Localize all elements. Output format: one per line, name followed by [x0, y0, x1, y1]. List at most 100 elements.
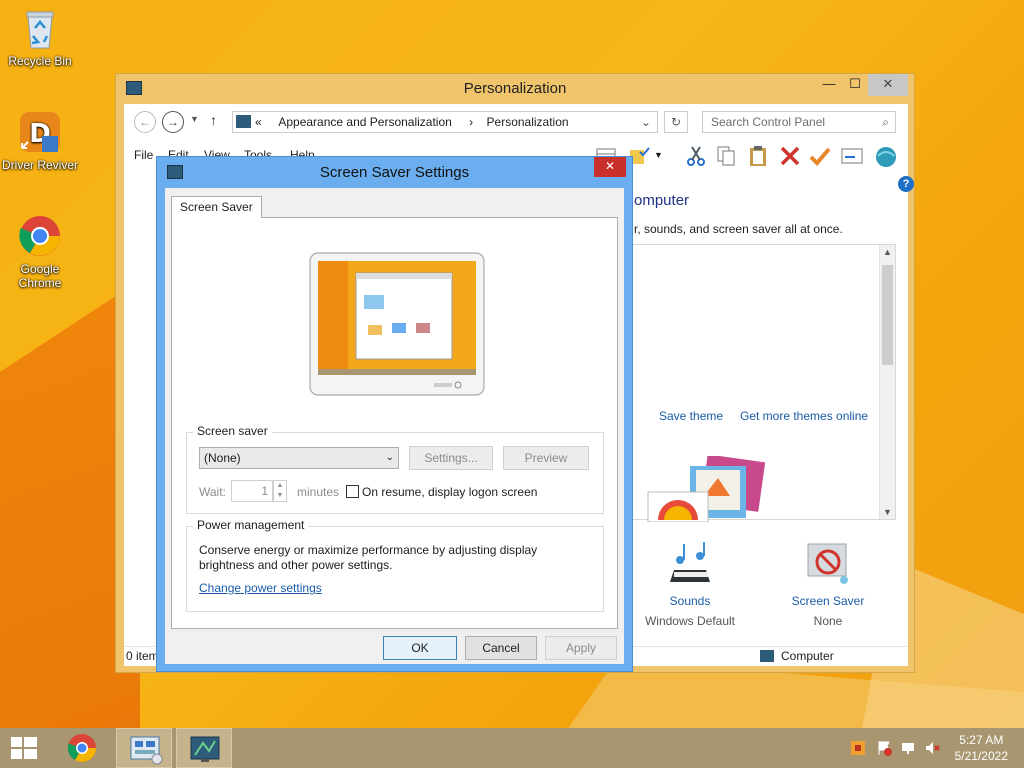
- monitor-preview: [308, 251, 486, 397]
- cancel-button[interactable]: Cancel: [465, 636, 537, 660]
- themes-scrollbar[interactable]: ▲ ▼: [879, 245, 895, 519]
- address-bar[interactable]: « Appearance and Personalization › Perso…: [232, 111, 658, 133]
- wait-label: Wait:: [199, 485, 226, 499]
- back-button[interactable]: ←: [134, 111, 156, 133]
- power-management-group: Power management Conserve energy or maxi…: [186, 518, 604, 612]
- chevron-down-icon[interactable]: ▼: [654, 144, 678, 168]
- volume-muted-icon[interactable]: [924, 740, 940, 756]
- breadcrumb-overflow[interactable]: «: [255, 115, 262, 129]
- recycle-bin-icon: [18, 6, 62, 50]
- taskbar-clock[interactable]: 5:27 AM 5/21/2022: [955, 732, 1008, 764]
- taskbar-screen-saver[interactable]: [176, 728, 232, 768]
- breadcrumb-separator: ›: [469, 115, 474, 129]
- power-management-label: Power management: [193, 518, 309, 532]
- wait-minutes-input[interactable]: 1: [231, 480, 273, 502]
- scroll-up-icon[interactable]: ▲: [883, 247, 892, 257]
- navigation-bar: ← → ▼ ↑ « Appearance and Personalization…: [124, 108, 908, 136]
- properties-icon[interactable]: [840, 144, 864, 168]
- screen-saver-value: None: [813, 614, 843, 628]
- get-more-themes-link[interactable]: Get more themes online: [740, 409, 868, 423]
- desktop-icon-google-chrome[interactable]: Google Chrome: [0, 214, 80, 290]
- maximize-button[interactable]: ☐: [842, 74, 868, 96]
- paste-icon[interactable]: [746, 144, 770, 168]
- sounds-label: Sounds: [669, 594, 711, 608]
- screen-saver-icon: [190, 736, 220, 762]
- taskbar-chrome[interactable]: [56, 728, 112, 768]
- action-center-icon[interactable]: [876, 740, 892, 756]
- recent-pages-dropdown[interactable]: ▼: [190, 114, 199, 124]
- settings-button[interactable]: Settings...: [409, 446, 493, 470]
- sounds-item[interactable]: Sounds Windows Default: [640, 540, 740, 628]
- desktop-icon-label: Recycle Bin: [8, 54, 72, 68]
- control-panel-icon: [130, 736, 163, 765]
- dialog-title-bar[interactable]: Screen Saver Settings ✕: [157, 157, 632, 188]
- menu-file[interactable]: File: [134, 148, 153, 162]
- tab-screen-saver[interactable]: Screen Saver: [171, 196, 262, 218]
- start-button[interactable]: [0, 728, 56, 768]
- taskbar-control-panel[interactable]: [116, 728, 172, 768]
- breadcrumb-personalization[interactable]: Personalization: [487, 115, 569, 129]
- clock-time: 5:27 AM: [959, 733, 1004, 747]
- sounds-value: Windows Default: [644, 614, 736, 628]
- screen-saver-selected: (None): [204, 451, 241, 465]
- search-icon: ⌕: [882, 115, 889, 129]
- forward-button[interactable]: →: [162, 111, 184, 133]
- search-input[interactable]: Search Control Panel ⌕: [702, 111, 896, 133]
- chevron-down-icon[interactable]: ⌄: [641, 112, 651, 132]
- window-title-bar[interactable]: Personalization — ☐ ✕: [116, 74, 914, 104]
- cut-icon[interactable]: [684, 144, 708, 168]
- scroll-thumb[interactable]: [882, 265, 893, 365]
- delete-icon[interactable]: [778, 144, 802, 168]
- up-button[interactable]: ↑: [210, 112, 217, 128]
- status-item-count: 0 item: [126, 649, 159, 663]
- power-description-line: Conserve energy or maximize performance …: [199, 543, 538, 557]
- preview-button[interactable]: Preview: [503, 446, 589, 470]
- refresh-button[interactable]: ↻: [664, 111, 688, 133]
- taskbar: 5:27 AM 5/21/2022: [0, 728, 1024, 768]
- save-theme-link[interactable]: Save theme: [659, 409, 723, 423]
- resume-logon-label[interactable]: On resume, display logon screen: [362, 485, 537, 499]
- driver-reviver-icon: D: [18, 110, 62, 154]
- windows-logo-icon: [11, 737, 37, 759]
- power-description-line: brightness and other power settings.: [199, 558, 393, 572]
- ok-button[interactable]: OK: [383, 636, 457, 660]
- page-description: r, sounds, and screen saver all at once.: [634, 222, 843, 236]
- minimize-button[interactable]: —: [816, 74, 842, 96]
- screen-saver-select[interactable]: (None) ⌄: [199, 447, 399, 469]
- chrome-icon: [18, 214, 62, 258]
- screen-saver-group: Screen saver (None) ⌄ Settings... Previe…: [186, 424, 604, 514]
- breadcrumb-appearance[interactable]: Appearance and Personalization: [278, 115, 451, 129]
- close-button[interactable]: ✕: [594, 157, 626, 177]
- screen-saver-icon: [804, 540, 852, 588]
- copy-icon[interactable]: [714, 144, 738, 168]
- checkmark-icon[interactable]: [808, 144, 832, 168]
- page-heading: omputer: [634, 192, 690, 209]
- minutes-label: minutes: [297, 485, 340, 499]
- clock-date: 5/21/2022: [954, 749, 1008, 763]
- screen-saver-item[interactable]: Screen Saver None: [778, 540, 878, 628]
- change-power-settings-link[interactable]: Change power settings: [199, 581, 322, 595]
- desktop-icon-driver-reviver[interactable]: D Driver Reviver: [0, 110, 80, 172]
- computer-icon: [760, 650, 774, 662]
- dialog-title: Screen Saver Settings: [319, 164, 470, 181]
- screen-saver-group-label: Screen saver: [193, 424, 272, 438]
- wait-spinner[interactable]: ▲ ▼: [273, 480, 287, 502]
- screen-saver-label: Screen Saver: [791, 594, 865, 608]
- chrome-icon: [67, 734, 96, 762]
- scroll-down-icon[interactable]: ▼: [883, 507, 892, 517]
- help-icon[interactable]: ?: [898, 176, 914, 192]
- search-placeholder: Search Control Panel: [711, 115, 826, 129]
- network-icon[interactable]: [900, 740, 916, 756]
- globe-icon[interactable]: [874, 144, 898, 168]
- security-icon[interactable]: [850, 740, 866, 756]
- desktop-icon-label: Google Chrome: [18, 262, 62, 290]
- close-button[interactable]: ✕: [868, 74, 908, 96]
- screen-saver-settings-dialog: Screen Saver Settings ✕ Screen Saver Scr…: [156, 156, 633, 672]
- desktop-background-icon[interactable]: [644, 454, 772, 523]
- resume-logon-checkbox[interactable]: [346, 485, 359, 498]
- control-panel-icon: [236, 115, 251, 128]
- apply-button[interactable]: Apply: [545, 636, 617, 660]
- status-location: Computer: [781, 649, 834, 663]
- desktop-icon-recycle-bin[interactable]: Recycle Bin: [0, 6, 80, 68]
- power-description: Conserve energy or maximize performance …: [199, 543, 537, 573]
